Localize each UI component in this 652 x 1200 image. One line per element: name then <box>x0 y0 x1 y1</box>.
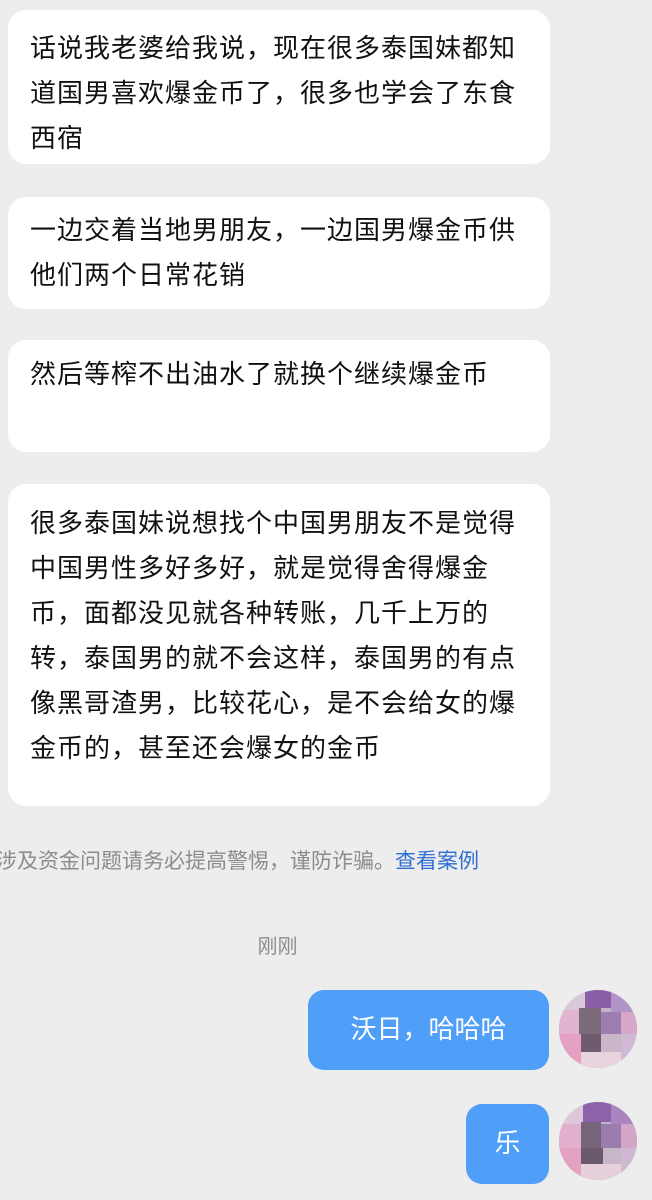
outgoing-message-bubble[interactable]: 沃日，哈哈哈 <box>308 990 549 1070</box>
user-avatar[interactable] <box>559 990 637 1068</box>
incoming-message-bubble[interactable]: 很多泰国妹说想找个中国男朋友不是觉得中国男性多好多好，就是觉得舍得爆金币，面都没… <box>8 484 550 806</box>
pixelated-avatar-image <box>559 1102 637 1180</box>
incoming-message-bubble[interactable]: 话说我老婆给我说，现在很多泰国妹都知道国男喜欢爆金币了，很多也学会了东食西宿 <box>8 10 550 164</box>
user-avatar[interactable] <box>559 1102 637 1180</box>
pixelated-avatar-image <box>559 990 637 1068</box>
fraud-warning-text: 涉及资金问题请务必提高警惕，谨防诈骗。 <box>0 849 395 873</box>
fraud-warning-notice: 涉及资金问题请务必提高警惕，谨防诈骗。查看案例 <box>0 846 652 876</box>
view-cases-link[interactable]: 查看案例 <box>395 849 479 873</box>
message-text: 话说我老婆给我说，现在很多泰国妹都知道国男喜欢爆金币了，很多也学会了东食西宿 <box>30 34 517 154</box>
message-text: 乐 <box>494 1129 521 1159</box>
incoming-message-bubble[interactable]: 然后等榨不出油水了就换个继续爆金币 <box>8 340 550 452</box>
message-text: 一边交着当地男朋友，一边国男爆金币供他们两个日常花销 <box>30 216 517 291</box>
chat-view[interactable]: 话说我老婆给我说，现在很多泰国妹都知道国男喜欢爆金币了，很多也学会了东食西宿 一… <box>0 0 652 1200</box>
message-text: 然后等榨不出油水了就换个继续爆金币 <box>30 360 490 390</box>
message-timestamp: 刚刚 <box>257 934 298 958</box>
message-text: 很多泰国妹说想找个中国男朋友不是觉得中国男性多好多好，就是觉得舍得爆金币，面都没… <box>30 509 517 764</box>
message-text: 沃日，哈哈哈 <box>350 1015 507 1045</box>
incoming-message-bubble[interactable]: 一边交着当地男朋友，一边国男爆金币供他们两个日常花销 <box>8 197 550 309</box>
outgoing-message-bubble[interactable]: 乐 <box>466 1104 549 1184</box>
